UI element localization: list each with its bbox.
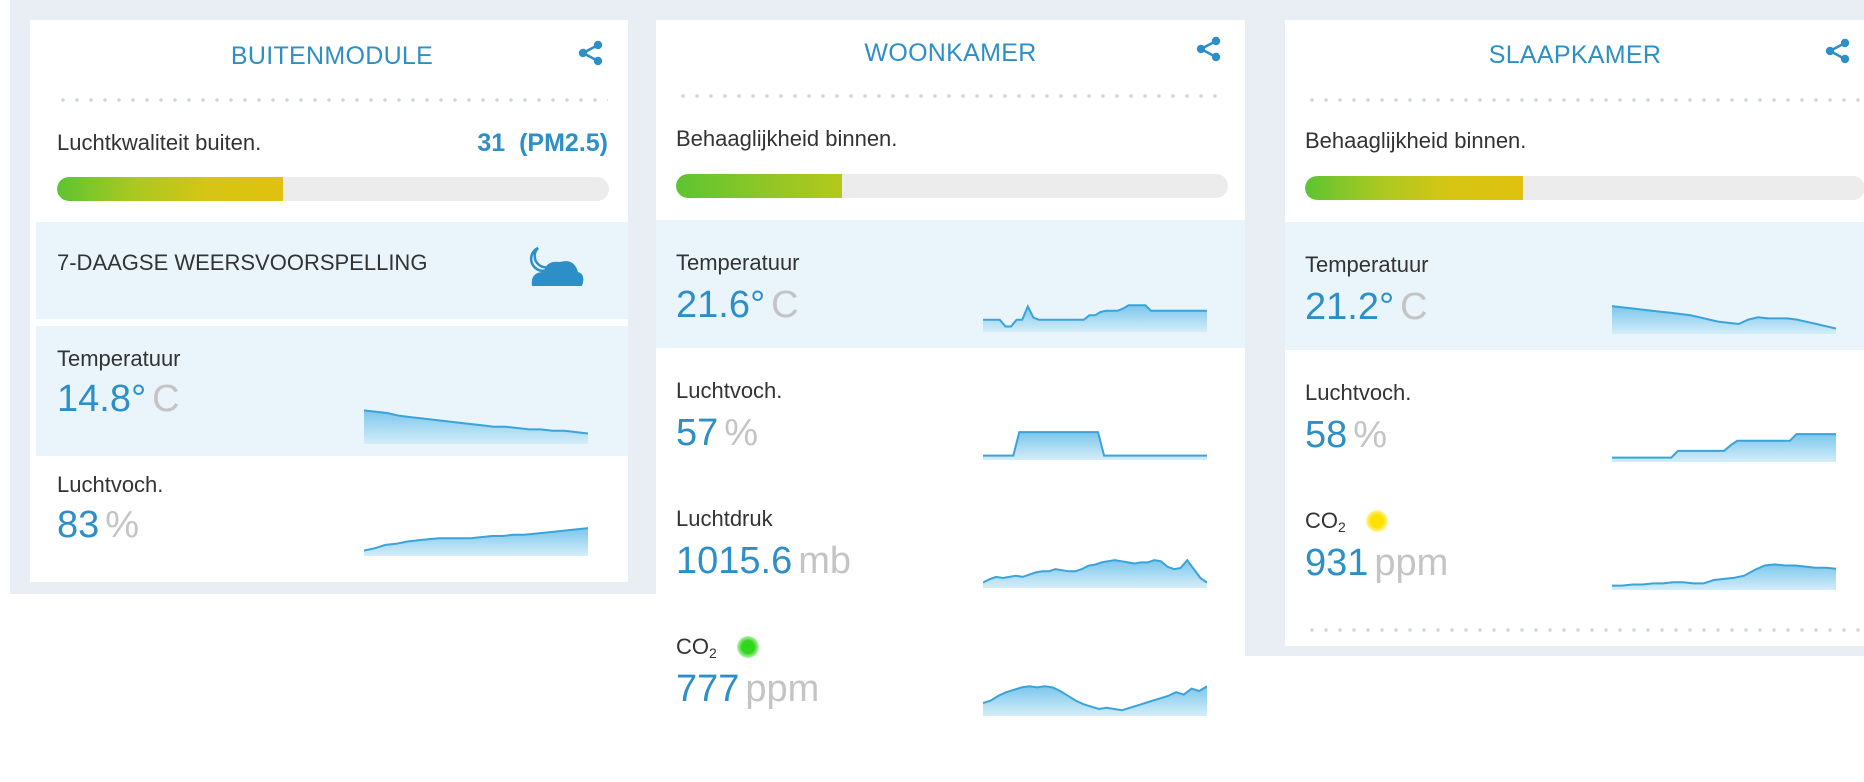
temperature-sparkline <box>364 409 588 444</box>
metric-number: 931 <box>1305 542 1369 584</box>
humidity-sparkline <box>1612 433 1836 462</box>
pressure-row: Luchtdruk 1015.6 mb <box>656 476 1245 604</box>
metric-value: 21.2° C <box>1305 286 1428 329</box>
module-card-woonkamer: WOONKAMER Behaaglijkheid binnen. Tempera… <box>656 22 1245 782</box>
metric-number: 1015.6 <box>676 540 793 582</box>
module-title: BUITENMODULE <box>230 42 434 70</box>
share-icon[interactable] <box>576 38 606 68</box>
metric-unit: % <box>724 412 759 454</box>
temperature-sparkline <box>1612 305 1836 334</box>
co2-sparkline <box>1612 563 1836 590</box>
metric-number: 777 <box>676 668 740 710</box>
metric-label: CO2 <box>676 634 717 661</box>
humidity-row: Luchtvoch. 58% <box>1285 350 1864 478</box>
metric-unit: C <box>771 284 799 326</box>
metric-label: Temperatuur <box>676 250 800 275</box>
comfort-bar-fill <box>676 174 842 198</box>
sparkline-area <box>983 686 1207 716</box>
co2-indicator-dot <box>1366 510 1388 532</box>
metric-label: Luchtdruk <box>676 506 773 531</box>
metric-label: Luchtvoch. <box>57 472 164 497</box>
comfort-label: Behaaglijkheid binnen. <box>676 126 898 151</box>
dotted-divider <box>1305 628 1864 632</box>
moon-cloud-icon <box>529 246 584 286</box>
metric-value: 1015.6 mb <box>676 540 851 583</box>
humidity-sparkline <box>364 527 588 556</box>
metric-unit: % <box>1353 414 1388 456</box>
co2-row: CO2 777 ppm <box>656 604 1245 754</box>
metric-unit: ppm <box>745 668 820 710</box>
dotted-divider <box>676 94 1225 98</box>
metric-label: Temperatuur <box>1305 252 1429 277</box>
metric-unit: C <box>1400 286 1428 328</box>
temperature-row: Temperatuur 21.2° C <box>1285 222 1864 350</box>
air-quality-bar <box>57 177 609 201</box>
metric-unit: % <box>105 504 140 546</box>
metric-value: 777 ppm <box>676 668 819 711</box>
comfort-bar <box>1305 176 1864 200</box>
metric-number: 21.2° <box>1305 286 1395 328</box>
metric-value: 14.8° C <box>57 378 180 421</box>
metric-value: 931 ppm <box>1305 542 1448 585</box>
sparkline-area <box>983 305 1207 332</box>
air-quality-label: Luchtkwaliteit buiten. <box>57 130 262 155</box>
humidity-sparkline <box>983 431 1207 460</box>
temperature-row: Temperatuur 14.8° C <box>36 326 628 456</box>
humidity-row: Luchtvoch. 83% <box>36 466 628 582</box>
forecast-label: 7-DAAGSE WEERSVOORSPELLING <box>57 250 428 275</box>
co2-sparkline <box>983 685 1207 716</box>
metric-number: 83 <box>57 504 100 546</box>
share-icon[interactable] <box>1823 36 1853 66</box>
module-card-buitenmodule: BUITENMODULE Luchtkwaliteit buiten. 31 (… <box>36 26 628 582</box>
metric-number: 57 <box>676 412 719 454</box>
metric-unit: ppm <box>1374 542 1449 584</box>
temperature-row: Temperatuur 21.6° C <box>656 220 1245 348</box>
module-title: WOONKAMER <box>864 39 1037 67</box>
sparkline-area <box>1612 564 1836 590</box>
air-quality-value: 31 (PM2.5) <box>477 129 608 157</box>
forecast-row[interactable]: 7-DAAGSE WEERSVOORSPELLING <box>36 222 628 319</box>
comfort-label: Behaaglijkheid binnen. <box>1305 128 1527 153</box>
temperature-sparkline <box>983 304 1207 332</box>
air-quality-bar-fill <box>57 177 284 201</box>
metric-value: 21.6° C <box>676 284 799 327</box>
metric-value: 58% <box>1305 414 1387 457</box>
metric-label: Luchtvoch. <box>1305 380 1412 405</box>
co2-indicator-dot <box>737 636 759 658</box>
module-card-slaapkamer: SLAAPKAMER Behaaglijkheid binnen. Temper… <box>1285 24 1864 646</box>
metric-number: 21.6° <box>676 284 766 326</box>
metric-value: 83% <box>57 504 139 547</box>
metric-number: 14.8° <box>57 378 147 420</box>
metric-label: Temperatuur <box>57 346 181 371</box>
metric-unit: mb <box>798 540 852 582</box>
pressure-sparkline <box>983 558 1207 588</box>
co2-row: CO2 931 ppm <box>1285 478 1864 606</box>
metric-label: Luchtvoch. <box>676 378 783 403</box>
metric-value: 57% <box>676 412 758 455</box>
metric-label: CO2 <box>1305 508 1346 535</box>
dotted-divider <box>56 98 608 102</box>
comfort-bar <box>676 174 1228 198</box>
comfort-bar-fill <box>1305 176 1524 200</box>
metric-number: 58 <box>1305 414 1348 456</box>
module-title: SLAAPKAMER <box>1488 41 1662 69</box>
share-icon[interactable] <box>1194 34 1224 64</box>
humidity-row: Luchtvoch. 57% <box>656 348 1245 476</box>
metric-unit: C <box>152 378 180 420</box>
dotted-divider <box>1305 98 1864 102</box>
